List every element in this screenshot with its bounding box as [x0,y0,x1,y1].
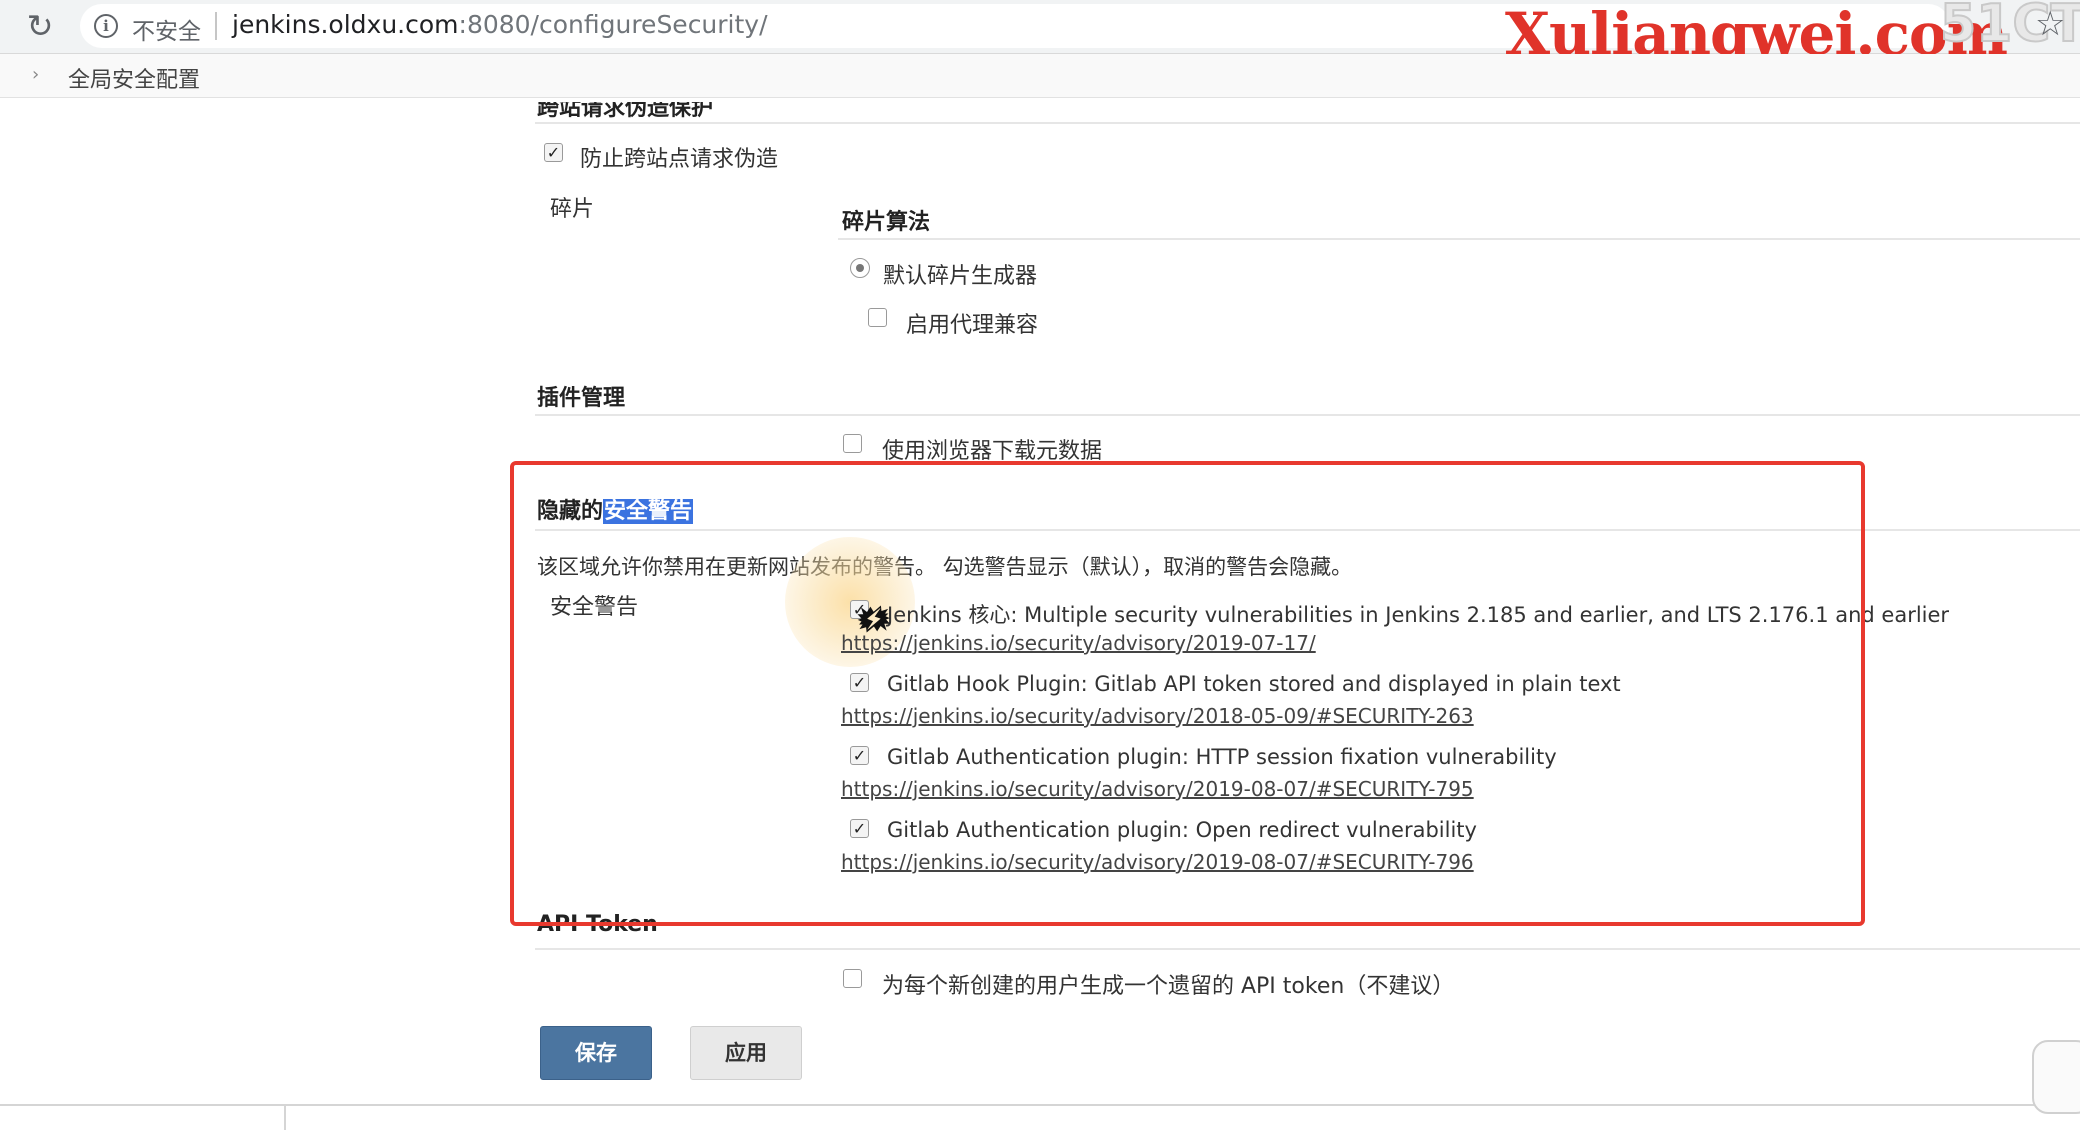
browser-address-bar: ↻ i 不安全 jenkins.oldxu.com:8080/configure… [0,0,2080,68]
default-crumb-issuer-radio[interactable] [850,258,870,278]
crumb-label: 碎片 [550,197,595,222]
url-host: jenkins.oldxu.com [232,10,459,39]
omnibox-separator [215,12,217,40]
crumb-algorithm-title: 碎片算法 [842,210,931,235]
proxy-compat-checkbox[interactable] [868,308,887,327]
browser-download-checkbox[interactable] [843,434,862,453]
default-crumb-issuer-label: 默认碎片生成器 [883,264,1038,289]
prevent-csrf-checkbox[interactable]: ✓ [544,143,563,162]
prevent-csrf-label: 防止跨站点请求伪造 [580,147,779,172]
save-button[interactable]: 保存 [540,1026,652,1080]
apply-button[interactable]: 应用 [690,1026,802,1080]
breadcrumb: › 全局安全配置 [0,54,2080,98]
legacy-api-token-label: 为每个新创建的用户生成一个遗留的 API token（不建议） [882,974,1455,999]
info-icon[interactable]: i [94,14,118,38]
divider [535,414,2080,416]
chevron-right-icon[interactable]: › [32,64,39,85]
url-text[interactable]: jenkins.oldxu.com:8080/configureSecurity… [232,10,768,39]
annotation-box [510,461,1865,926]
breadcrumb-item-global-security[interactable]: 全局安全配置 [68,62,200,94]
reload-icon[interactable]: ↻ [22,8,58,44]
proxy-compat-label: 启用代理兼容 [906,313,1039,338]
section-title-plugin-manager: 插件管理 [537,386,626,411]
url-rest: :8080/configureSecurity/ [458,10,768,39]
divider [535,948,2080,950]
bookmark-star-icon[interactable]: ☆ [2035,4,2065,44]
floating-widget[interactable] [2032,1040,2080,1114]
legacy-api-token-checkbox[interactable] [843,969,862,988]
divider [838,238,2080,240]
bottom-divider [284,1106,286,1130]
divider [535,122,2080,124]
security-label[interactable]: 不安全 [132,12,201,46]
bottom-bar [0,1104,2080,1130]
